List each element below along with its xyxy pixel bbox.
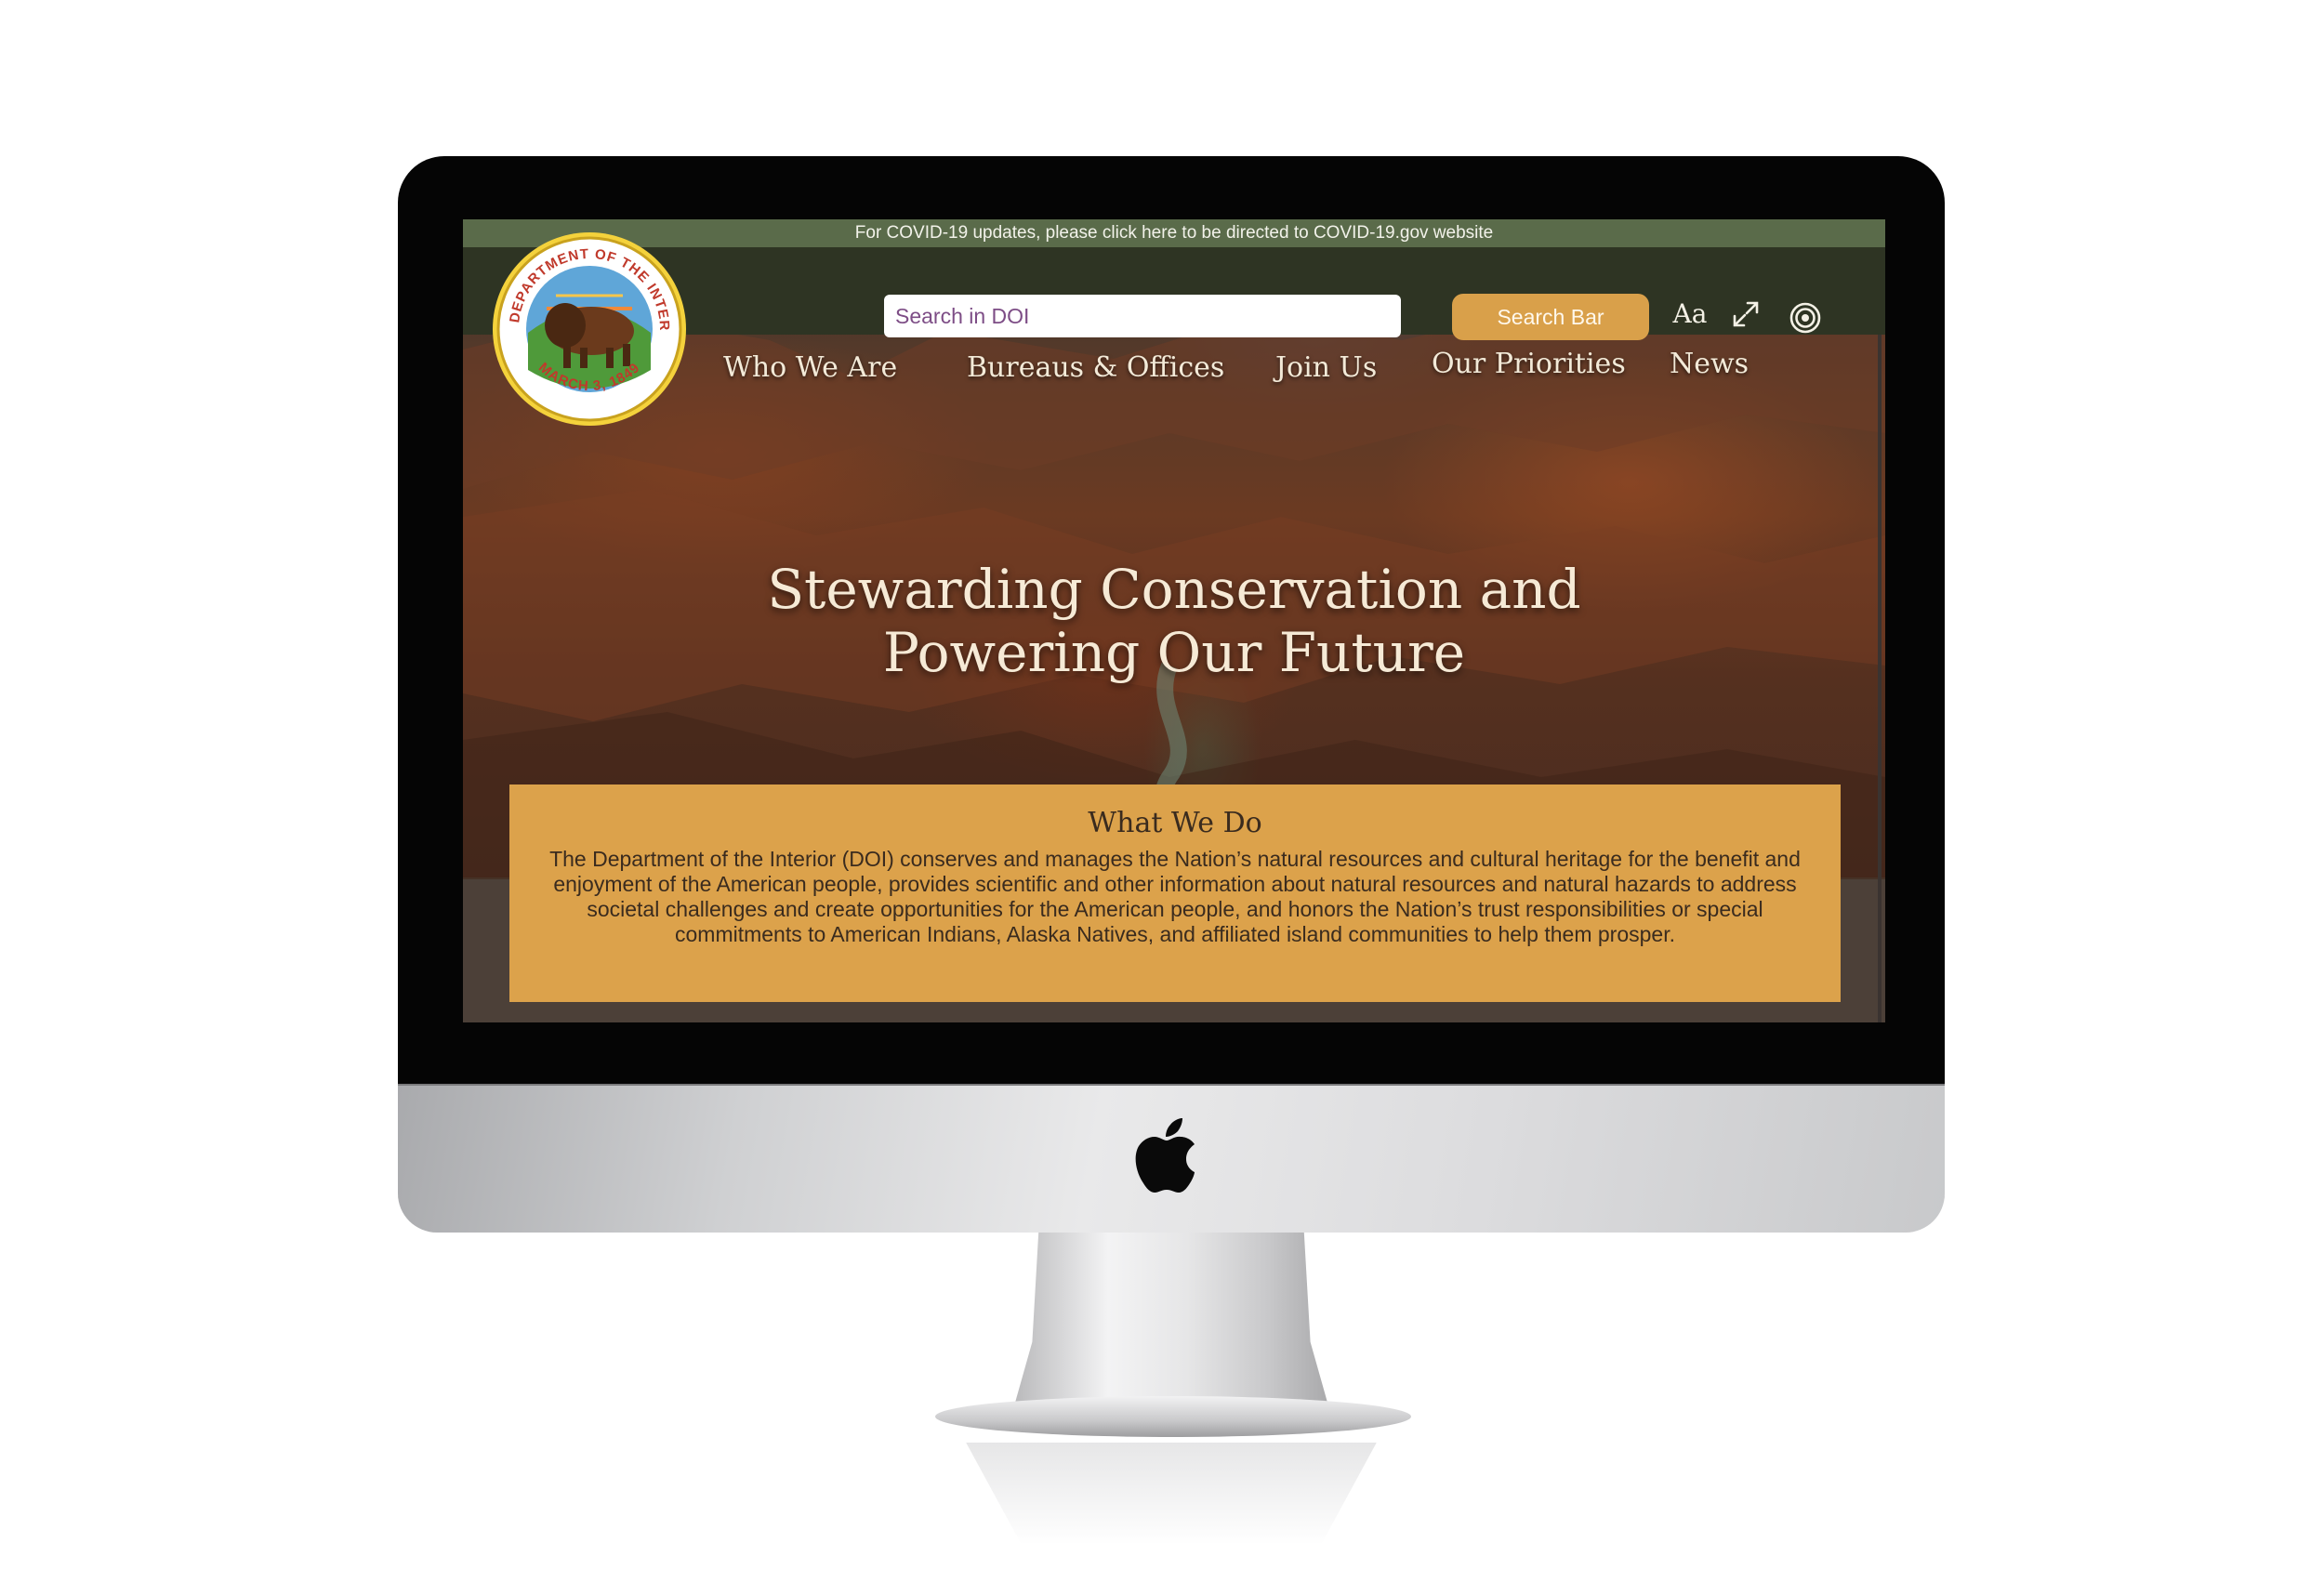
nav-join-us[interactable]: Join Us: [1275, 351, 1377, 384]
scrollbar[interactable]: [1878, 335, 1882, 1022]
nav-news[interactable]: News: [1670, 348, 1749, 380]
nav-bureaus-offices[interactable]: Bureaus & Offices: [967, 351, 1224, 384]
expand-icon[interactable]: [1731, 299, 1761, 329]
font-size-button[interactable]: Aa: [1668, 296, 1712, 333]
nav-who-we-are[interactable]: Who We Are: [723, 351, 897, 384]
search-button[interactable]: Search Bar: [1452, 294, 1649, 340]
website-screen: For COVID-19 updates, please click here …: [463, 219, 1885, 1022]
nav-our-priorities[interactable]: Our Priorities: [1432, 348, 1626, 380]
apple-logo-icon: [1135, 1118, 1195, 1193]
stand-reflection: [966, 1443, 1377, 1545]
doi-seal-logo[interactable]: U.S. DEPARTMENT OF THE INTERIOR MARCH 3,…: [491, 231, 688, 428]
monitor-stand-base: [935, 1396, 1411, 1437]
hero-title-line-2: Powering Our Future: [882, 621, 1466, 684]
hero-title-line-1: Stewarding Conservation and: [767, 558, 1581, 621]
what-we-do-heading: What We Do: [1088, 807, 1262, 839]
search-input[interactable]: [884, 295, 1401, 337]
what-we-do-body: The Department of the Interior (DOI) con…: [549, 847, 1801, 946]
what-we-do-card: What We Do The Department of the Interio…: [509, 784, 1841, 1002]
accessibility-icon[interactable]: [1789, 301, 1822, 335]
hero-title: Stewarding Conservation and Powering Our…: [649, 558, 1699, 684]
monitor-stand-neck: [1013, 1233, 1329, 1409]
